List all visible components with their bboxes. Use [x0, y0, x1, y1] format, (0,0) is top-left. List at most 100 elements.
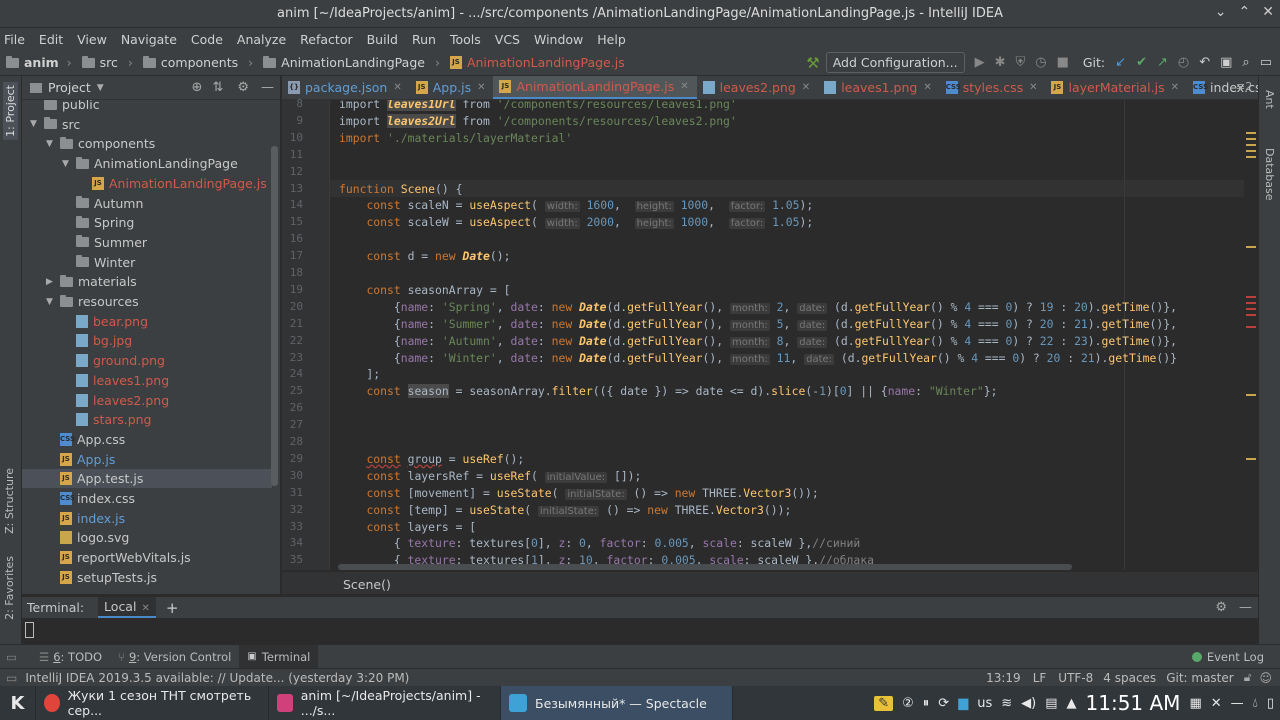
tray-expand-icon[interactable]: ▲: [1067, 696, 1077, 711]
tree-item[interactable]: JS AnimationLandingPage.js: [22, 174, 267, 193]
clipboard-icon[interactable]: ▤: [1045, 696, 1057, 711]
close-icon[interactable]: ✕: [923, 82, 931, 93]
tree-item[interactable]: Spring: [22, 213, 134, 232]
tree-item[interactable]: ▼ components: [22, 134, 155, 153]
panel-icon[interactable]: ▭: [6, 671, 17, 685]
project-scrollbar[interactable]: [271, 146, 278, 486]
ant-tool-window-button[interactable]: Ant: [1263, 90, 1276, 109]
gear-icon[interactable]: ⚙: [237, 80, 249, 95]
favorites-tool-window-button[interactable]: 2: Favorites: [3, 556, 16, 620]
rollback-icon[interactable]: ↶: [1199, 55, 1210, 70]
crumb-src[interactable]: src: [81, 55, 118, 70]
tree-item[interactable]: ▶ materials: [22, 272, 137, 291]
close-icon[interactable]: ✕: [141, 603, 149, 614]
menu-vcs[interactable]: VCS: [495, 32, 520, 47]
inspector-icon[interactable]: ☺︎: [1259, 671, 1272, 685]
editor-tab[interactable]: JS layerMaterial.js ✕: [1045, 76, 1187, 99]
show-desktop-icon[interactable]: ▦: [1189, 696, 1201, 711]
close-icon[interactable]: ✕: [1171, 82, 1179, 93]
close-icon[interactable]: ✕: [1029, 82, 1037, 93]
stop-icon[interactable]: ■: [1057, 55, 1069, 70]
menu-refactor[interactable]: Refactor: [300, 32, 352, 47]
project-tool-window-button[interactable]: 1: Project: [3, 82, 18, 140]
presentation-icon[interactable]: ▭: [1260, 55, 1272, 70]
tree-item[interactable]: JS index.js: [22, 509, 125, 528]
tree-item[interactable]: leaves1.png: [22, 371, 169, 390]
tree-item[interactable]: JS setupTests.js: [22, 568, 157, 587]
tree-item[interactable]: leaves2.png: [22, 391, 169, 410]
terminal-body[interactable]: [22, 618, 1258, 644]
tree-item[interactable]: JS App.js: [22, 450, 115, 469]
clock[interactable]: 11:51 AM: [1086, 691, 1181, 715]
crumb-animationlandingpage[interactable]: AnimationLandingPage: [263, 55, 425, 70]
menu-file[interactable]: File: [4, 32, 25, 47]
tree-item[interactable]: ground.png: [22, 351, 165, 370]
git-update-icon[interactable]: ↙: [1115, 55, 1126, 70]
editor-breadcrumb[interactable]: Scene(): [282, 572, 1258, 594]
media-pause-icon[interactable]: ⏸: [923, 696, 930, 711]
editor-tab[interactable]: CSS styles.css ✕: [940, 76, 1046, 99]
menu-window[interactable]: Window: [534, 32, 583, 47]
git-branch[interactable]: Git: master: [1166, 671, 1234, 685]
close-button[interactable]: ✕: [1262, 4, 1274, 20]
menu-code[interactable]: Code: [191, 32, 223, 47]
taskbar-app-spectacle[interactable]: Безымянный* — Spectacle: [501, 686, 733, 720]
tree-item[interactable]: JS App.test.js: [22, 469, 272, 489]
chevron-down-icon[interactable]: ▼: [46, 297, 60, 307]
tree-item[interactable]: bear.png: [22, 312, 148, 331]
gear-icon[interactable]: ⚙: [1215, 600, 1227, 615]
tree-item[interactable]: Winter: [22, 253, 135, 272]
version-control-tool-window-button[interactable]: ⑂ 9: Version Control: [110, 645, 239, 669]
project-structure-icon[interactable]: ▣: [1220, 55, 1232, 70]
menu-view[interactable]: View: [77, 32, 107, 47]
notification-icon[interactable]: ②: [902, 696, 914, 711]
line-separator[interactable]: LF: [1033, 671, 1047, 685]
panel-toggle-icon[interactable]: ▭: [6, 650, 17, 664]
chat-icon[interactable]: ▆: [958, 696, 968, 711]
chevron-down-icon[interactable]: ▼: [97, 83, 104, 93]
git-history-icon[interactable]: ◴: [1178, 55, 1189, 70]
tree-item[interactable]: logo.svg: [22, 528, 129, 547]
chevron-right-icon[interactable]: ▶: [46, 277, 60, 287]
close-icon[interactable]: ✕: [680, 81, 688, 92]
hide-panel-icon[interactable]: —: [261, 80, 274, 95]
search-everywhere-icon[interactable]: ⌕: [1242, 55, 1249, 70]
menu-tools[interactable]: Tools: [450, 32, 481, 47]
menu-build[interactable]: Build: [367, 32, 398, 47]
droplet-icon[interactable]: 💧︎: [1253, 696, 1258, 711]
tree-item[interactable]: public: [22, 100, 100, 114]
profile-icon[interactable]: ◷: [1035, 55, 1046, 70]
close-window-icon[interactable]: ✕: [1211, 696, 1222, 711]
tree-item[interactable]: ▼ AnimationLandingPage: [22, 154, 238, 173]
coverage-icon[interactable]: ⛨: [1015, 55, 1025, 70]
taskbar-app-intellij[interactable]: anim [~/IdeaProjects/anim] - .../s...: [269, 686, 501, 720]
editor-tab[interactable]: leaves2.png ✕: [697, 76, 819, 99]
tree-item[interactable]: stars.png: [22, 410, 152, 429]
tree-item[interactable]: CSS index.css: [22, 489, 135, 508]
tabs-overflow[interactable]: ≡2: [1236, 80, 1252, 93]
volume-icon[interactable]: ◀︎): [1021, 696, 1036, 711]
crumb-file[interactable]: JS AnimationLandingPage.js: [449, 55, 625, 70]
structure-tool-window-button[interactable]: Z: Structure: [3, 468, 16, 534]
locate-file-icon[interactable]: ⊕: [192, 80, 203, 95]
app-launcher-icon[interactable]: K: [0, 686, 36, 720]
add-configuration-button[interactable]: Add Configuration...: [825, 52, 965, 73]
terminal-tool-window-button[interactable]: ▣ Terminal: [239, 644, 319, 669]
file-encoding[interactable]: UTF-8: [1058, 671, 1093, 685]
hide-panel-icon[interactable]: —: [1239, 600, 1252, 615]
terminal-tab-local[interactable]: Local ✕: [98, 597, 156, 618]
indent-setting[interactable]: 4 spaces: [1103, 671, 1156, 685]
crumb-anim[interactable]: anim: [6, 55, 59, 70]
taskbar-app-browser[interactable]: Жуки 1 сезон ТНТ смотреть сер...: [36, 686, 269, 720]
editor-tab[interactable]: JS App.js ✕: [410, 76, 494, 99]
keyboard-layout[interactable]: us: [977, 696, 992, 711]
updates-icon[interactable]: ⟳: [938, 696, 949, 711]
menu-edit[interactable]: Edit: [39, 32, 63, 47]
collapse-all-icon[interactable]: ⇅: [212, 80, 223, 95]
notes-icon[interactable]: ✎: [874, 695, 894, 711]
panel-menu-icon[interactable]: ▯: [1267, 696, 1274, 711]
status-message[interactable]: IntelliJ IDEA 2019.3.5 available: // Upd…: [25, 671, 409, 685]
chevron-down-icon[interactable]: ▼: [62, 159, 76, 169]
todo-tool-window-button[interactable]: ☰ 6: TODO: [31, 645, 110, 669]
crumb-components[interactable]: components: [142, 55, 238, 70]
